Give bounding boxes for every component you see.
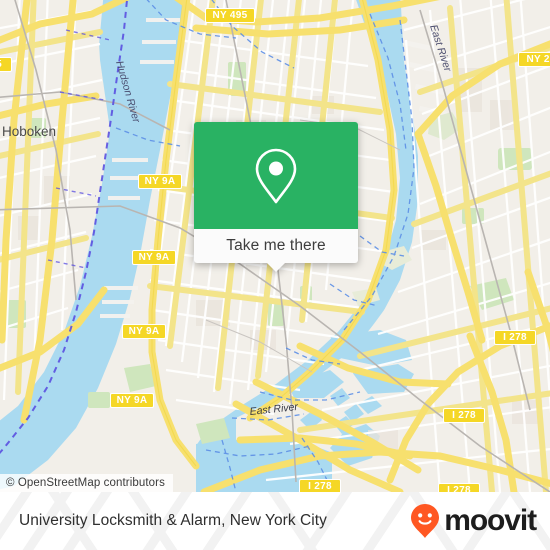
moovit-location-card: Hudson River East River East River Hobok… xyxy=(0,0,550,550)
take-me-there-button[interactable]: Take me there xyxy=(194,229,358,272)
popup-pin-area xyxy=(194,122,358,229)
highway-shield: 5 xyxy=(0,57,12,72)
highway-shield: NY 25 xyxy=(518,52,550,67)
moovit-wordmark: moovit xyxy=(444,504,537,537)
highway-shield: NY 9A xyxy=(122,324,166,339)
highway-shield: I 278 xyxy=(443,408,485,423)
highway-shield: NY 495 xyxy=(205,8,255,23)
highway-shield: NY 9A xyxy=(132,250,176,265)
location-popup-card[interactable]: Take me there xyxy=(194,122,358,272)
highway-shield: I 278 xyxy=(299,479,341,492)
popup-tail-pointer xyxy=(266,262,286,272)
highway-shield: NY 9A xyxy=(110,393,154,408)
page-title: University Locksmith & Alarm, New York C… xyxy=(19,512,327,529)
moovit-smiley-pin-icon xyxy=(411,504,440,538)
highway-shield: NY 9A xyxy=(138,174,182,189)
footer-bar: University Locksmith & Alarm, New York C… xyxy=(0,492,550,550)
location-pin-icon xyxy=(255,148,297,203)
highway-shield: I 278 xyxy=(494,330,536,345)
take-me-there-label: Take me there xyxy=(226,237,326,254)
osm-attribution[interactable]: © OpenStreetMap contributors xyxy=(0,474,173,492)
moovit-brand-logo[interactable]: moovit xyxy=(410,492,537,550)
highway-shield: I 278 xyxy=(438,483,480,492)
